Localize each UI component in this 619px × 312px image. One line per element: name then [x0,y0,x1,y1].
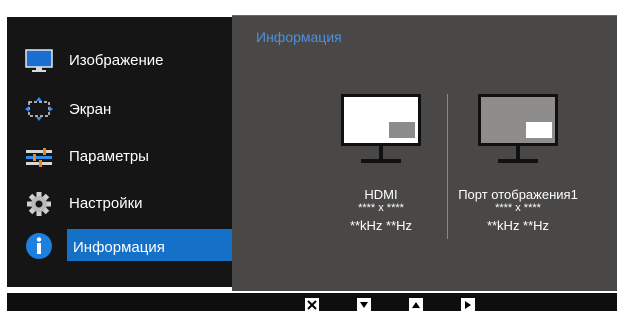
screen-resize-icon [25,97,53,123]
close-icon[interactable] [305,298,319,312]
navigation-bar [7,293,617,312]
monitor-screen [478,94,558,146]
menu-item-label: Параметры [69,148,149,165]
menu-item-parameters[interactable]: Параметры [7,142,233,172]
monitor-screen [341,94,421,146]
sliders-icon [25,144,52,170]
displayport-monitor-icon [478,94,558,174]
gear-icon [25,191,51,217]
information-panel: Информация HDMI **** x **** **kHz **Hz П… [232,15,617,291]
menu-item-label: Информация [73,239,165,256]
panel-title: Информация [256,29,342,45]
menu-item-screen[interactable]: Экран [7,95,233,125]
pip-window [526,122,552,138]
monitor-base [498,159,538,163]
hdmi-monitor-icon [341,94,421,174]
arrow-right-icon[interactable] [461,298,475,312]
arrow-down-icon[interactable] [357,298,371,312]
arrow-up-icon[interactable] [409,298,423,312]
menu-item-label: Экран [69,101,112,118]
menu-item-label: Изображение [69,52,164,69]
menu-panel: Изображение Экран Параметры Настройки Ин… [7,17,233,287]
menu-item-information[interactable]: Информация [7,229,233,261]
monitor-base [361,159,401,163]
hdmi-source-info: HDMI **** x **** **kHz **Hz [306,188,456,235]
source-name: HDMI [364,187,398,202]
source-resolution: **** x **** [495,202,541,214]
source-frequency: **kHz **Hz [349,218,413,233]
pip-window [389,122,415,138]
source-name: Порт отображения1 [458,187,578,202]
monitor-icon [25,48,53,74]
displayport-source-info: Порт отображения1 **** x **** **kHz **Hz [443,188,593,235]
menu-item-image[interactable]: Изображение [7,46,233,76]
source-resolution: **** x **** [358,202,404,214]
source-frequency: **kHz **Hz [486,218,550,233]
info-icon [25,232,52,259]
monitor-stand [516,146,520,160]
menu-item-settings[interactable]: Настройки [7,189,233,219]
menu-item-label: Настройки [69,195,143,212]
monitor-stand [379,146,383,160]
